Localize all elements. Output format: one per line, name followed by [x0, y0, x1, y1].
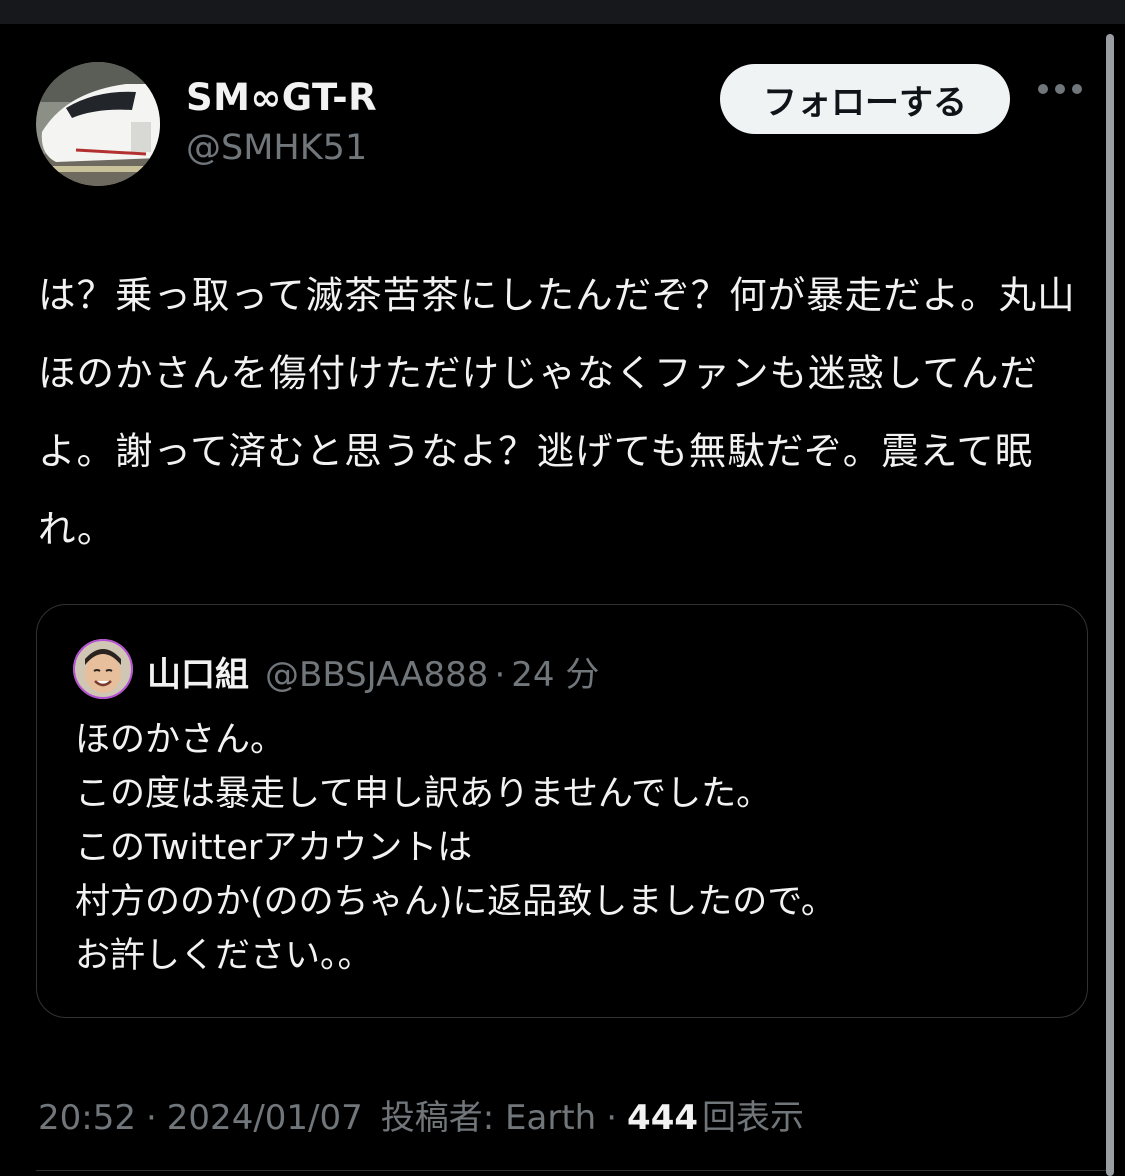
posted-by: 投稿者: Earth [380, 1098, 597, 1138]
separator-dot: · [145, 1098, 157, 1138]
author-handle[interactable]: @SMHK51 [186, 128, 367, 168]
views-label: 回表示 [702, 1098, 805, 1138]
quoted-author-handle[interactable]: @BBSJAA888 [265, 655, 488, 695]
separator-dot: · [494, 655, 506, 695]
separator-dot: · [606, 1098, 618, 1138]
quoted-author-name[interactable]: 山口組 [147, 647, 249, 696]
tweet-meta: 20:52 · 2024/01/07 投稿者: Earth · 444 回表示 [38, 1090, 804, 1139]
quoted-header: 山口組 @BBSJAA888 · 24 分 [147, 647, 599, 696]
tweet-time[interactable]: 20:52 [38, 1098, 136, 1138]
divider [36, 1170, 1106, 1171]
follow-button[interactable]: フォローする [720, 64, 1010, 134]
more-horizontal-icon[interactable] [1038, 84, 1082, 94]
quoted-timestamp[interactable]: 24 分 [511, 647, 599, 696]
quoted-tweet-text: ほのかさん。 この度は暴走して申し訳ありませんでした。 このTwitterアカウ… [75, 720, 836, 976]
scrollbar[interactable] [1106, 34, 1114, 1176]
train-avatar-image [36, 62, 160, 186]
quoted-author-avatar[interactable] [73, 639, 133, 699]
tweet-text: は？乗っ取って滅茶苦茶にしたんだぞ？何が暴走だよ。丸山ほのかさんを傷付けただけじ… [38, 273, 1076, 551]
quoted-tweet[interactable]: 山口組 @BBSJAA888 · 24 分 ほのかさん。 この度は暴走して申し訳… [36, 604, 1088, 1018]
face-avatar-image [73, 639, 133, 699]
views-count: 444 [627, 1098, 699, 1138]
top-bar [0, 0, 1125, 24]
tweet-date[interactable]: 2024/01/07 [167, 1098, 363, 1138]
author-name[interactable]: SM∞GT-R [186, 76, 377, 119]
author-avatar[interactable] [36, 62, 160, 186]
